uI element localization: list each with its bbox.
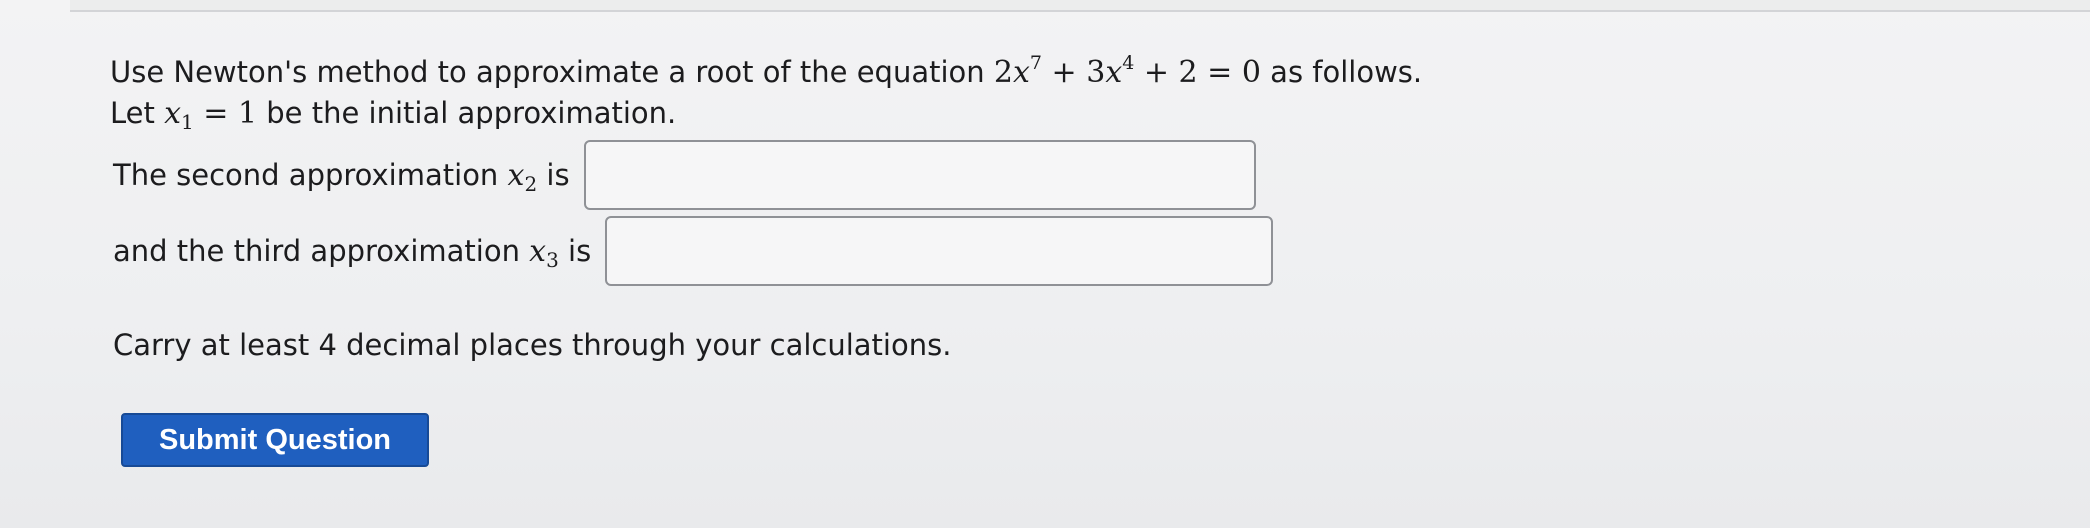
second-approximation-label: The second approximation xyxy=(113,158,499,192)
third-is: is xyxy=(568,234,592,268)
initial-approximation: x1 = 1 xyxy=(164,96,258,134)
question-intro: Use Newton's method to approximate a roo… xyxy=(110,55,985,89)
second-approximation-input[interactable] xyxy=(583,140,1256,210)
second-is: is xyxy=(546,158,570,192)
second-approximation-var: x2 xyxy=(507,157,538,196)
submit-question-button[interactable]: Submit Question xyxy=(121,413,429,467)
third-approximation-label: and the third approximation xyxy=(113,234,520,268)
let-suffix: be the initial approximation. xyxy=(266,96,677,130)
equation: 2x7 + 3x4 + 2 = 0 xyxy=(993,52,1261,91)
question-line-1: Use Newton's method to approximate a roo… xyxy=(110,52,1710,93)
question-intro-end: as follows. xyxy=(1270,55,1423,89)
second-approximation-row: The second approximation x2 is xyxy=(113,140,1256,210)
question-line-2: Let x1 = 1 be the initial approximation. xyxy=(110,93,1710,134)
page-top-border xyxy=(70,0,2090,12)
instruction-note: Carry at least 4 decimal places through … xyxy=(113,328,952,362)
let-prefix: Let xyxy=(110,96,155,130)
third-approximation-var: x3 xyxy=(529,233,559,272)
question-prompt: Use Newton's method to approximate a roo… xyxy=(110,52,1710,134)
third-approximation-row: and the third approximation x3 is xyxy=(113,216,1274,286)
third-approximation-input[interactable] xyxy=(605,216,1274,286)
